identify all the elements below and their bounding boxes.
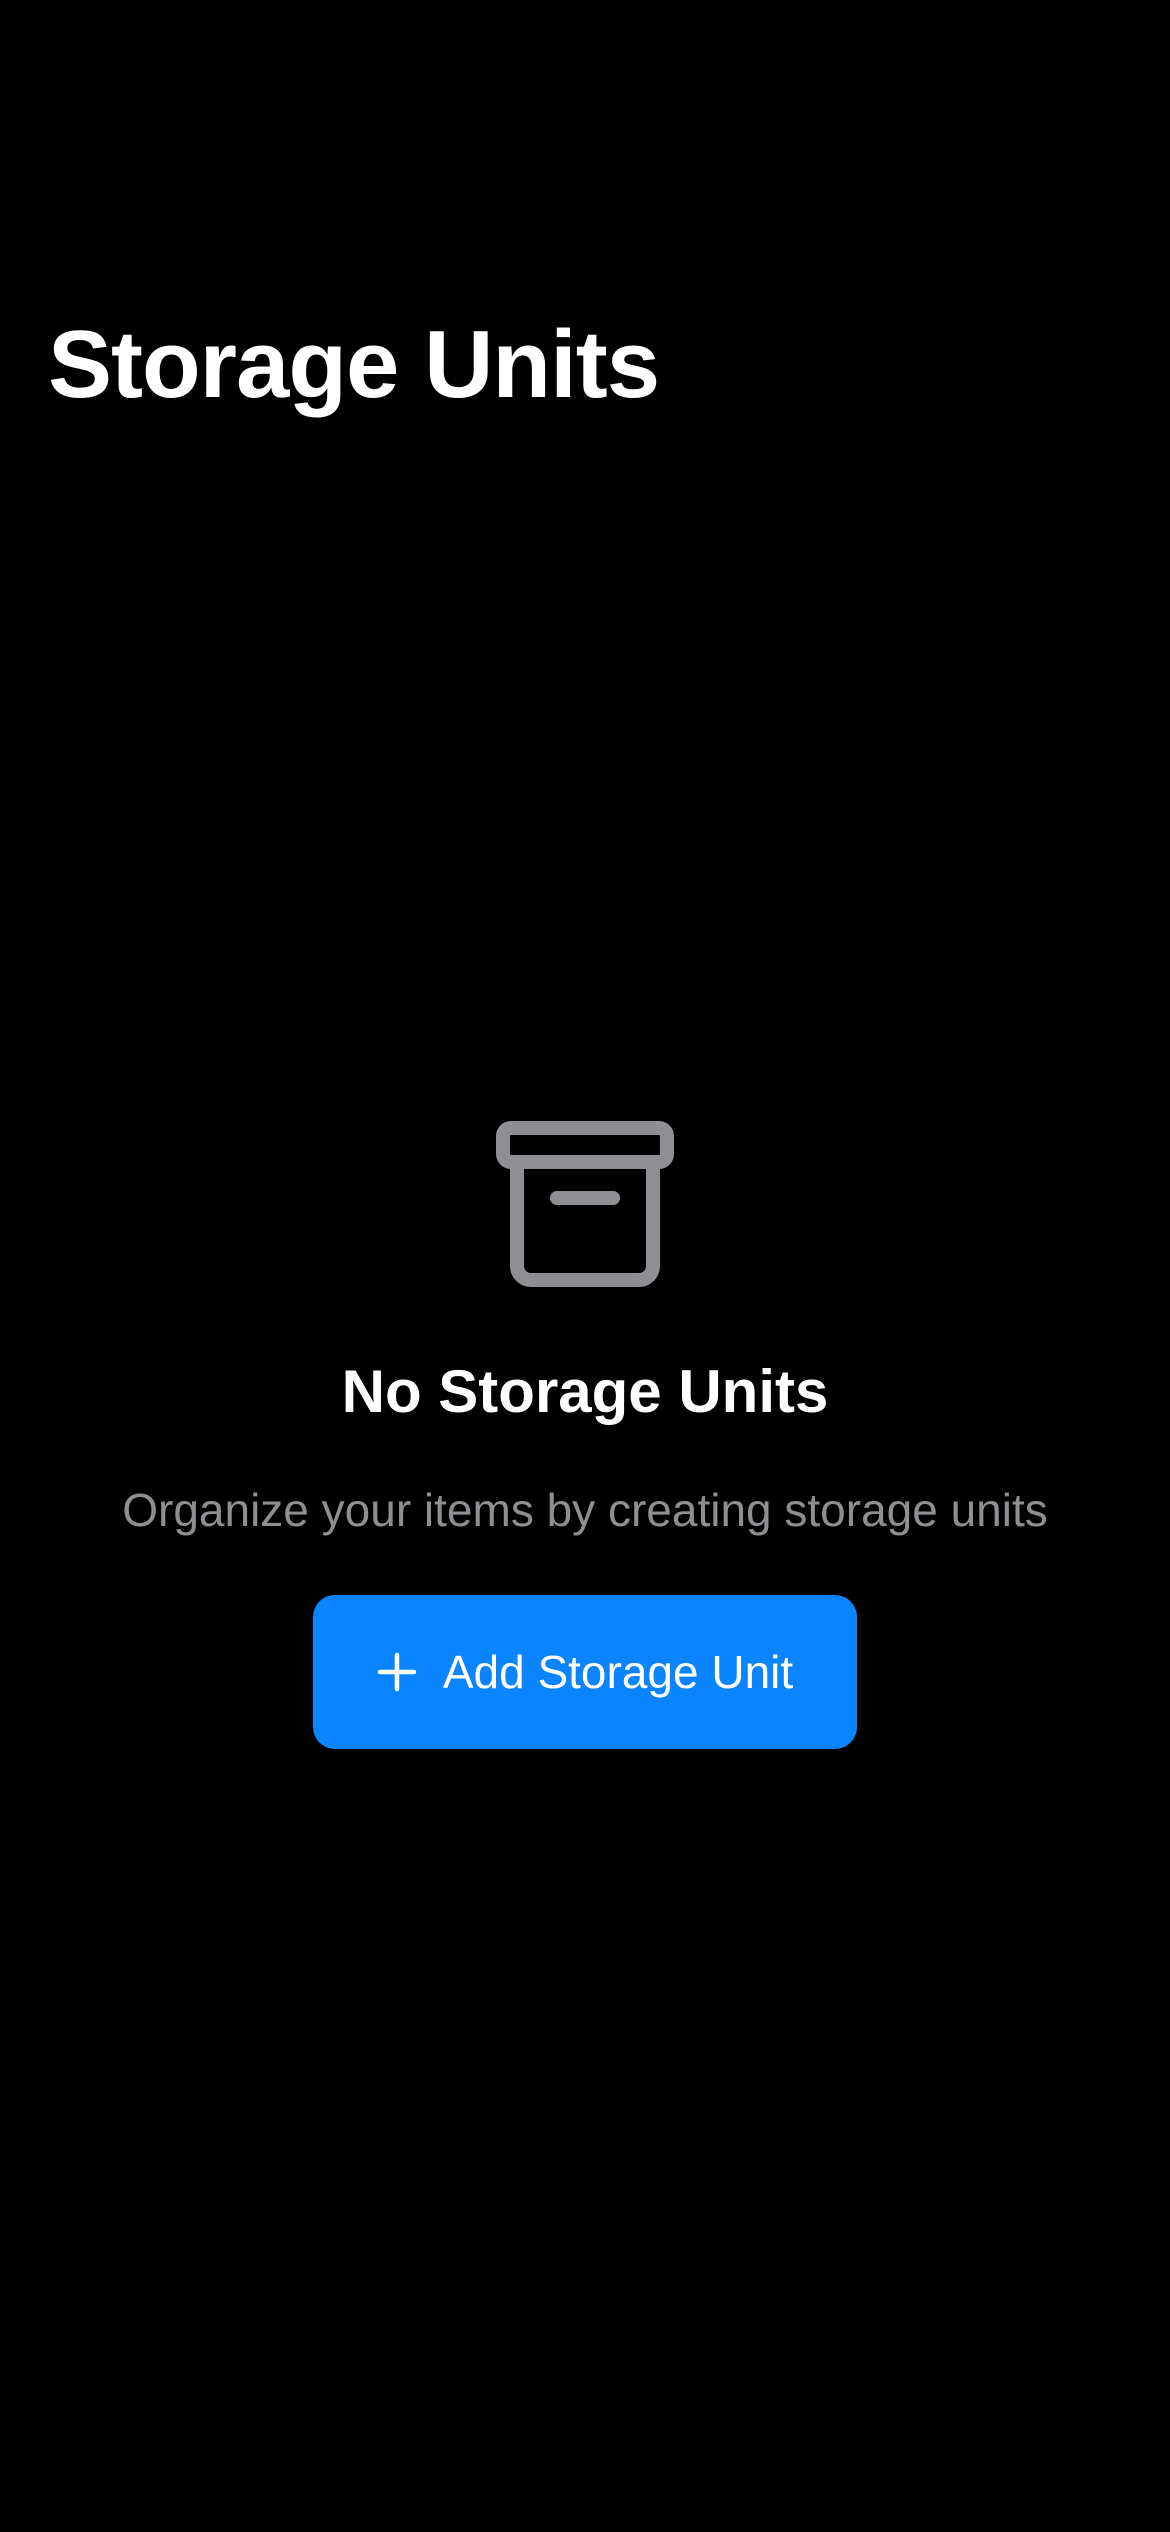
page-title: Storage Units bbox=[48, 311, 660, 418]
plus-icon bbox=[377, 1652, 417, 1692]
add-storage-unit-label: Add Storage Unit bbox=[442, 1646, 794, 1698]
empty-state: No Storage Units Organize your items by … bbox=[0, 1120, 1170, 1749]
empty-state-title: No Storage Units bbox=[341, 1358, 829, 1425]
archive-box-icon bbox=[496, 1121, 674, 1287]
empty-state-subtitle: Organize your items by creating storage … bbox=[122, 1484, 1048, 1536]
add-storage-unit-button[interactable]: Add Storage Unit bbox=[313, 1595, 857, 1749]
